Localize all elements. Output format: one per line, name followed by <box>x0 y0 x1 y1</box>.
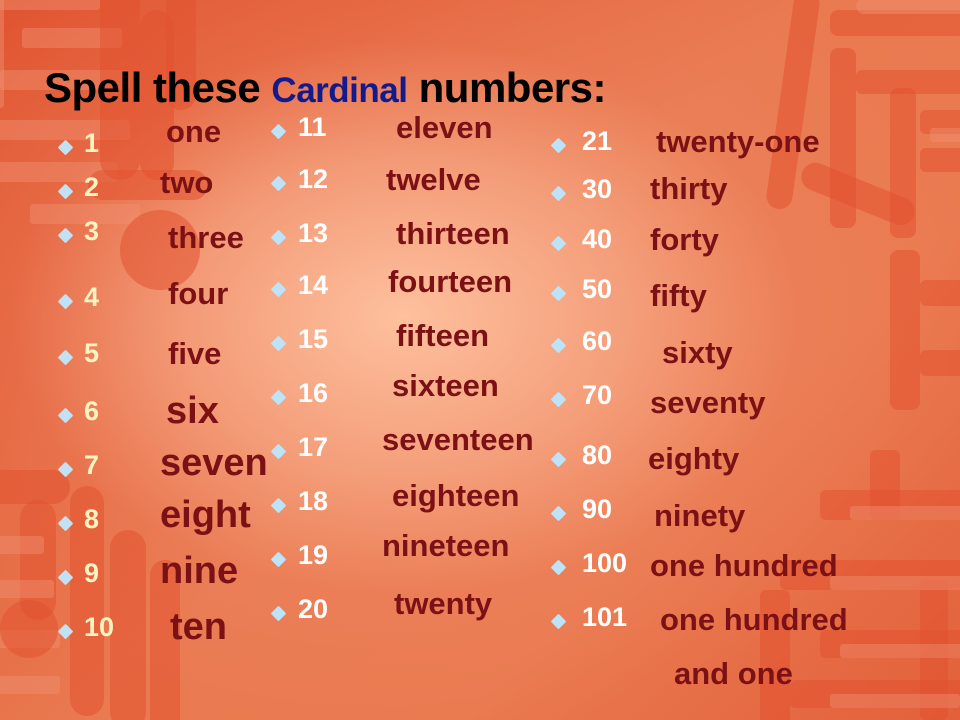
spelled-word-label: twenty <box>394 586 493 621</box>
numeral-label: 101 <box>582 602 628 632</box>
diamond-bullet-icon <box>57 183 74 200</box>
spelled-word-label: two <box>160 165 214 200</box>
diamond-bullet-icon <box>57 293 74 310</box>
numeral-label: 10 <box>84 612 115 642</box>
numeral-label: 100 <box>582 548 628 578</box>
diamond-bullet-icon <box>57 139 74 156</box>
spelled-word-label: nine <box>160 550 239 592</box>
slide-canvas: Spell these Cardinal numbers: 1 one 2 two 3 t… <box>0 0 960 720</box>
diamond-bullet-icon <box>270 605 287 622</box>
numeral-label: 9 <box>84 558 100 588</box>
numeral-label: 3 <box>84 216 100 246</box>
diamond-bullet-icon <box>57 227 74 244</box>
numeral-label: 80 <box>582 440 613 470</box>
spelled-word-label: sixteen <box>392 368 499 403</box>
numeral-label: 50 <box>582 274 613 304</box>
spelled-word-label: seventy <box>650 385 766 420</box>
seal-decoration-mid-right <box>880 250 960 450</box>
diamond-bullet-icon <box>270 551 287 568</box>
numeral-label: 60 <box>582 326 613 356</box>
diamond-bullet-icon <box>270 497 287 514</box>
spelled-word-label: seventeen <box>382 422 534 457</box>
spelled-word-label: six <box>166 390 219 432</box>
numeral-label: 5 <box>84 338 100 368</box>
spelled-word-label: eighteen <box>392 478 520 513</box>
numeral-label: 30 <box>582 174 613 204</box>
diamond-bullet-icon <box>270 443 287 460</box>
numeral-label: 13 <box>298 218 329 248</box>
numeral-label: 2 <box>84 172 100 202</box>
spelled-word-label: and one <box>674 656 793 691</box>
diamond-bullet-icon <box>550 451 567 468</box>
diamond-bullet-icon <box>270 175 287 192</box>
diamond-bullet-icon <box>57 569 74 586</box>
diamond-bullet-icon <box>550 505 567 522</box>
diamond-bullet-icon <box>270 123 287 140</box>
diamond-bullet-icon <box>270 335 287 352</box>
numeral-label: 40 <box>582 224 613 254</box>
spelled-word-label: four <box>168 276 229 311</box>
spelled-word-label: three <box>168 220 244 255</box>
title-prefix: Spell these <box>44 64 272 112</box>
spelled-word-label: fifteen <box>396 318 489 353</box>
spelled-word-label: ten <box>170 606 227 648</box>
diamond-bullet-icon <box>270 229 287 246</box>
page-title: Spell these Cardinal numbers: <box>44 64 606 112</box>
diamond-bullet-icon <box>550 613 567 630</box>
numeral-label: 18 <box>298 486 329 516</box>
numeral-label: 70 <box>582 380 613 410</box>
numeral-label: 90 <box>582 494 613 524</box>
spelled-word-label: fifty <box>650 278 707 313</box>
numeral-label: 21 <box>582 126 613 156</box>
title-suffix: numbers: <box>407 64 607 112</box>
diamond-bullet-icon <box>550 235 567 252</box>
diamond-bullet-icon <box>57 623 74 640</box>
diamond-bullet-icon <box>550 391 567 408</box>
spelled-word-label: eight <box>160 494 251 536</box>
spelled-word-label: one hundred <box>650 548 838 583</box>
numeral-label: 6 <box>84 396 100 426</box>
spelled-word-label: one hundred <box>660 602 848 637</box>
numeral-label: 14 <box>298 270 329 300</box>
numeral-label: 15 <box>298 324 329 354</box>
spelled-word-label: five <box>168 336 222 371</box>
numeral-label: 20 <box>298 594 329 624</box>
numeral-label: 11 <box>298 112 327 142</box>
numeral-label: 16 <box>298 378 329 408</box>
seal-decoration-top-left <box>0 0 270 310</box>
numeral-label: 4 <box>84 282 100 312</box>
spelled-word-label: one <box>166 114 222 149</box>
spelled-word-label: ninety <box>654 498 746 533</box>
diamond-bullet-icon <box>57 407 74 424</box>
numeral-label: 1 <box>84 128 100 158</box>
numeral-label: 8 <box>84 504 100 534</box>
diamond-bullet-icon <box>270 389 287 406</box>
spelled-word-label: fourteen <box>388 264 512 299</box>
diamond-bullet-icon <box>57 461 74 478</box>
spelled-word-label: twelve <box>386 162 481 197</box>
diamond-bullet-icon <box>57 515 74 532</box>
diamond-bullet-icon <box>550 285 567 302</box>
diamond-bullet-icon <box>550 137 567 154</box>
diamond-bullet-icon <box>550 337 567 354</box>
numeral-label: 7 <box>84 450 100 480</box>
spelled-word-label: twenty-one <box>656 124 820 159</box>
diamond-bullet-icon <box>270 281 287 298</box>
title-keyword: Cardinal <box>271 71 408 111</box>
numeral-label: 17 <box>298 432 329 462</box>
spelled-word-label: forty <box>650 222 719 257</box>
diamond-bullet-icon <box>57 349 74 366</box>
numeral-label: 12 <box>298 164 329 194</box>
spelled-word-label: sixty <box>662 335 733 370</box>
diamond-bullet-icon <box>550 185 567 202</box>
diamond-bullet-icon <box>550 559 567 576</box>
spelled-word-label: nineteen <box>382 528 510 563</box>
spelled-word-label: eighty <box>648 441 740 476</box>
spelled-word-label: eleven <box>396 110 493 145</box>
numeral-label: 19 <box>298 540 329 570</box>
spelled-word-label: thirteen <box>396 216 510 251</box>
spelled-word-label: seven <box>160 442 268 484</box>
spelled-word-label: thirty <box>650 171 728 206</box>
